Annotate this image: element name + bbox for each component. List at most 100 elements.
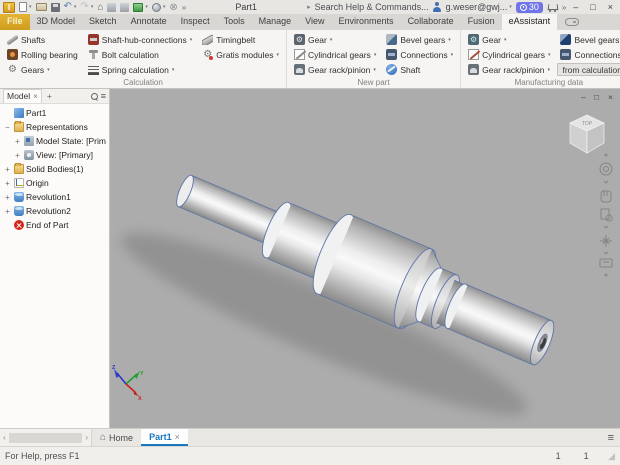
tree-item-end-of-part[interactable]: End of Part [0, 218, 109, 232]
search-icon[interactable] [91, 93, 98, 100]
tree-item-origin[interactable]: +Origin [0, 176, 109, 190]
undo-caret-icon[interactable]: ▾ [74, 4, 77, 10]
doc-tab-part1[interactable]: Part1 × [141, 429, 188, 446]
tab-eassistant[interactable]: eAssistant [502, 14, 558, 30]
tab-sketch[interactable]: Sketch [82, 14, 124, 30]
shaft-hub-connections-button[interactable]: Shaft-hub-connections▾ [85, 32, 196, 47]
new-file-icon[interactable] [19, 2, 27, 12]
scroll-left-icon[interactable]: ‹ [1, 433, 8, 442]
window-close-button[interactable]: × [604, 1, 617, 14]
doc-minimize-button[interactable]: – [581, 92, 586, 102]
tab-inspect[interactable]: Inspect [174, 14, 217, 30]
new-gear-rack-button[interactable]: Gear rack/pinion▾ [291, 62, 379, 77]
search-collapse-icon[interactable]: ▸ [307, 3, 311, 11]
mfg-cylindrical-gears-button[interactable]: Cylindrical gears▾ [465, 47, 553, 62]
mfg-bevel-gears-button[interactable]: Bevel gears▾ [557, 32, 620, 47]
zoom-icon[interactable] [601, 209, 612, 221]
orbit-icon[interactable] [600, 235, 612, 247]
tab-view[interactable]: View [298, 14, 331, 30]
window-minimize-button[interactable]: – [569, 1, 582, 14]
new-cylindrical-gears-button[interactable]: Cylindrical gears▾ [291, 47, 379, 62]
search-input[interactable]: Search Help & Commands... [315, 2, 429, 12]
navbar-caret-icon[interactable] [604, 181, 608, 183]
inventor-logo-icon[interactable]: I [3, 2, 15, 13]
new-shaft-button[interactable]: Shaft [383, 62, 456, 77]
timingbelt-button[interactable]: Timingbelt [199, 32, 282, 47]
view-cube[interactable]: TOP [570, 115, 604, 153]
add-browser-tab-button[interactable]: + [45, 91, 54, 101]
tab-environments[interactable]: Environments [332, 14, 401, 30]
navbar-caret-icon[interactable] [604, 226, 608, 228]
open-file-icon[interactable] [36, 3, 47, 11]
tree-item-representations[interactable]: −Representations [0, 120, 109, 134]
browser-tab-model[interactable]: Model × [3, 89, 42, 103]
expand-icon[interactable]: + [13, 137, 22, 146]
expand-icon[interactable]: + [3, 207, 12, 216]
browser-horizontal-scrollbar[interactable]: ‹ › [0, 429, 92, 446]
tab-3d-model[interactable]: 3D Model [30, 14, 83, 30]
mfg-gear-rack-button[interactable]: Gear rack/pinion▾ [465, 62, 553, 77]
ribbon-display-toggle-icon[interactable] [565, 18, 579, 26]
cart-icon[interactable] [547, 3, 558, 12]
new-connections-button[interactable]: Connections▾ [383, 47, 456, 62]
material-icon[interactable] [133, 3, 143, 12]
return-icon[interactable] [107, 3, 116, 12]
titlebar-overflow-icon[interactable]: » [562, 3, 565, 12]
rolling-bearing-button[interactable]: Rolling bearing [4, 47, 81, 62]
navigation-wheel-icon[interactable] [600, 163, 612, 175]
pan-icon[interactable] [601, 191, 611, 202]
resize-grip-icon[interactable]: ◢ [608, 451, 615, 462]
clear-appearance-icon[interactable]: ⊗ [169, 2, 177, 13]
viewcube-top-face[interactable]: TOP [582, 121, 593, 127]
new-gear-button[interactable]: Gear▾ [291, 32, 379, 47]
user-caret-icon[interactable]: ▾ [509, 4, 512, 10]
close-icon[interactable]: × [175, 432, 180, 442]
tree-item-model-state[interactable]: +Model State: [Prim [0, 134, 109, 148]
tab-list-menu-icon[interactable]: ≡ [602, 432, 620, 444]
new-file-caret-icon[interactable]: ▾ [29, 4, 32, 10]
user-avatar-icon[interactable] [433, 2, 442, 12]
tree-item-view-primary[interactable]: +View: [Primary] [0, 148, 109, 162]
tree-item-revolution2[interactable]: +Revolution2 [0, 204, 109, 218]
bolt-calculation-button[interactable]: Bolt calculation [85, 47, 196, 62]
spring-calculation-button[interactable]: Spring calculation▾ [85, 62, 196, 77]
close-icon[interactable]: × [33, 92, 38, 101]
tab-collaborate[interactable]: Collaborate [401, 14, 461, 30]
mfg-source-combo[interactable]: from calculation▾ [557, 63, 620, 76]
mfg-connections-button[interactable]: Connections▾ [557, 47, 620, 62]
user-account-menu[interactable]: g.weser@gwj... [446, 2, 508, 12]
appearance-caret-icon[interactable]: ▾ [163, 4, 166, 10]
tree-item-part1[interactable]: Part1 [0, 106, 109, 120]
tab-file[interactable]: File [0, 14, 30, 30]
home-view-icon[interactable]: ⌂ [97, 2, 103, 13]
tab-fusion[interactable]: Fusion [461, 14, 502, 30]
sketch-icon[interactable] [120, 3, 129, 12]
redo-icon[interactable]: ↷ [80, 2, 88, 12]
graphics-viewport[interactable]: – □ × TOP [110, 89, 620, 428]
tab-annotate[interactable]: Annotate [124, 14, 174, 30]
doc-close-button[interactable]: × [608, 92, 613, 102]
tab-manage[interactable]: Manage [252, 14, 299, 30]
gratis-modules-button[interactable]: Gratis modules▾ [199, 47, 282, 62]
expand-icon[interactable]: + [13, 151, 22, 160]
redo-caret-icon[interactable]: ▾ [91, 4, 94, 10]
look-at-icon[interactable] [600, 259, 612, 267]
material-caret-icon[interactable]: ▾ [145, 4, 148, 10]
doc-restore-button[interactable]: □ [594, 92, 599, 102]
doc-tab-home[interactable]: ⌂ Home [92, 429, 141, 446]
browser-menu-icon[interactable]: ≡ [101, 91, 106, 101]
window-maximize-button[interactable]: □ [586, 1, 599, 14]
qat-overflow-icon[interactable]: » [182, 3, 185, 12]
tree-item-solid-bodies[interactable]: +Solid Bodies(1) [0, 162, 109, 176]
navbar-caret-icon[interactable] [604, 252, 608, 254]
scrollbar-thumb[interactable] [9, 433, 83, 443]
save-icon[interactable] [51, 3, 60, 12]
undo-icon[interactable]: ↶ [64, 2, 72, 12]
shafts-button[interactable]: Shafts [4, 32, 81, 47]
tree-item-revolution1[interactable]: +Revolution1 [0, 190, 109, 204]
collapse-icon[interactable]: − [3, 123, 12, 132]
expand-icon[interactable]: + [3, 193, 12, 202]
new-bevel-gears-button[interactable]: Bevel gears▾ [383, 32, 456, 47]
scroll-right-icon[interactable]: › [83, 433, 90, 442]
gears-button[interactable]: Gears▾ [4, 62, 81, 77]
